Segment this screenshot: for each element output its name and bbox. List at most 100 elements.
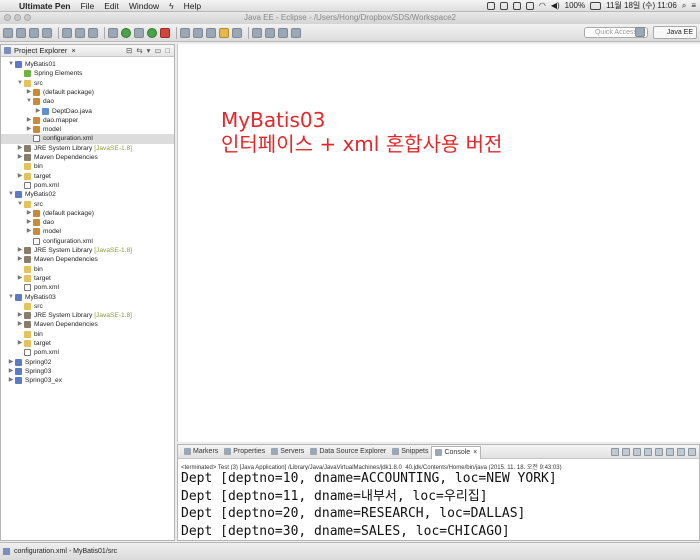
list-icon[interactable]: ≡ bbox=[691, 1, 696, 10]
remove-launch-icon[interactable] bbox=[611, 447, 619, 456]
print-icon[interactable] bbox=[42, 27, 52, 38]
remove-all-icon[interactable] bbox=[622, 447, 630, 456]
expand-arrow-icon[interactable]: ▶ bbox=[17, 144, 23, 153]
new-package-icon[interactable] bbox=[193, 27, 203, 38]
tree-item[interactable]: ▶ model bbox=[1, 125, 174, 134]
expand-arrow-icon[interactable]: ▶ bbox=[35, 107, 41, 116]
minimize-view-icon[interactable]: ▭ bbox=[154, 46, 161, 55]
battery-percent[interactable]: 100% bbox=[565, 1, 585, 10]
tree-item[interactable]: ▶ dao bbox=[1, 218, 174, 227]
tree-item[interactable]: bin bbox=[1, 330, 174, 339]
forward-icon[interactable] bbox=[291, 27, 301, 38]
menu-file[interactable]: File bbox=[76, 1, 100, 11]
project-explorer-tab[interactable]: Project Explorer × ⊟ ⇆ ▾ ▭ □ bbox=[1, 45, 174, 57]
collapse-all-icon[interactable]: ⊟ bbox=[126, 46, 132, 55]
zoom-window-button[interactable] bbox=[24, 14, 31, 21]
tab-data-source-explorer[interactable]: Data Source Explorer bbox=[307, 448, 389, 455]
expand-arrow-icon[interactable]: ▼ bbox=[8, 60, 14, 69]
tree-item[interactable]: ▶ target bbox=[1, 339, 174, 348]
tree-item[interactable]: ▶ Maven Dependencies bbox=[1, 153, 174, 162]
tree-item[interactable]: ▶ Maven Dependencies bbox=[1, 255, 174, 264]
expand-arrow-icon[interactable]: ▶ bbox=[26, 209, 32, 218]
tree-item[interactable]: ▶ (default package) bbox=[1, 88, 174, 97]
tree-item[interactable]: ▶ (default package) bbox=[1, 209, 174, 218]
open-console-icon[interactable] bbox=[666, 447, 674, 456]
expand-arrow-icon[interactable]: ▶ bbox=[26, 227, 32, 236]
menu-help[interactable]: Help bbox=[179, 1, 206, 11]
open-type-icon[interactable] bbox=[219, 27, 229, 38]
tree-item[interactable]: Spring Elements bbox=[1, 69, 174, 78]
display-console-icon[interactable] bbox=[655, 447, 663, 456]
tree-item[interactable]: pom.xml bbox=[1, 181, 174, 190]
expand-arrow-icon[interactable]: ▶ bbox=[17, 339, 23, 348]
close-view-icon[interactable]: × bbox=[71, 46, 75, 55]
status-icon[interactable] bbox=[525, 1, 534, 10]
save-all-icon[interactable] bbox=[29, 27, 39, 38]
tree-item[interactable]: bin bbox=[1, 265, 174, 274]
expand-arrow-icon[interactable]: ▼ bbox=[8, 293, 14, 302]
expand-arrow-icon[interactable]: ▶ bbox=[26, 218, 32, 227]
lightning-icon[interactable]: ϟ bbox=[164, 1, 179, 11]
back-icon[interactable] bbox=[278, 27, 288, 38]
menu-window[interactable]: Window bbox=[124, 1, 164, 11]
open-perspective-icon[interactable] bbox=[635, 27, 645, 37]
tab-console[interactable]: Console × bbox=[431, 445, 482, 459]
tree-item[interactable]: ▶ JRE System Library [JavaSE-1.8] bbox=[1, 246, 174, 255]
expand-arrow-icon[interactable]: ▶ bbox=[17, 274, 23, 283]
tree-item[interactable]: src bbox=[1, 302, 174, 311]
search-icon[interactable]: ⌕ bbox=[682, 1, 686, 11]
menu-edit[interactable]: Edit bbox=[99, 1, 124, 11]
new-java-project-icon[interactable] bbox=[180, 27, 190, 38]
tree-item[interactable]: configuration.xml bbox=[1, 237, 174, 246]
link-editor-icon[interactable]: ⇆ bbox=[136, 46, 142, 55]
tree-item[interactable]: pom.xml bbox=[1, 283, 174, 292]
tree-item[interactable]: ▶ Spring03_ex bbox=[1, 376, 174, 385]
search-toolbar-icon[interactable] bbox=[232, 27, 242, 38]
status-icon[interactable] bbox=[512, 1, 521, 10]
stop-icon[interactable] bbox=[160, 27, 170, 38]
tree-item[interactable]: ▶ Spring02 bbox=[1, 358, 174, 367]
view-menu-icon[interactable]: ▾ bbox=[147, 46, 151, 55]
new-class-icon[interactable] bbox=[206, 27, 216, 38]
tree-item[interactable]: ▶ model bbox=[1, 227, 174, 236]
tree-item[interactable]: ▶ target bbox=[1, 172, 174, 181]
next-annotation-icon[interactable] bbox=[252, 27, 262, 38]
tree-item[interactable]: pom.xml bbox=[1, 348, 174, 357]
perspective-javaee-button[interactable]: Java EE bbox=[653, 26, 697, 39]
expand-arrow-icon[interactable]: ▶ bbox=[26, 88, 32, 97]
expand-arrow-icon[interactable]: ▶ bbox=[26, 125, 32, 134]
run-server-icon[interactable] bbox=[121, 27, 131, 38]
expand-arrow-icon[interactable]: ▶ bbox=[8, 376, 14, 385]
tree-item[interactable]: configuration.xml bbox=[1, 134, 174, 144]
tree-item[interactable]: ▼ src bbox=[1, 79, 174, 88]
tab-markers[interactable]: Markers bbox=[181, 448, 221, 455]
build-icon[interactable] bbox=[62, 27, 72, 38]
tree-item[interactable]: ▼ src bbox=[1, 200, 174, 209]
scroll-lock-icon[interactable] bbox=[633, 447, 641, 456]
maximize-view-icon[interactable]: □ bbox=[165, 46, 170, 55]
tree-item[interactable]: ▶ target bbox=[1, 274, 174, 283]
tree-item[interactable]: ▶ Maven Dependencies bbox=[1, 320, 174, 329]
tab-servers[interactable]: Servers bbox=[268, 448, 307, 455]
expand-arrow-icon[interactable]: ▶ bbox=[17, 172, 23, 181]
tree-item[interactable]: ▶ JRE System Library [JavaSE-1.8] bbox=[1, 311, 174, 320]
minimize-window-button[interactable] bbox=[14, 14, 21, 21]
pin-console-icon[interactable] bbox=[644, 447, 652, 456]
close-window-button[interactable] bbox=[4, 14, 11, 21]
expand-arrow-icon[interactable]: ▼ bbox=[26, 97, 32, 106]
tree-item[interactable]: ▼ MyBatis03 bbox=[1, 293, 174, 302]
expand-arrow-icon[interactable]: ▶ bbox=[17, 311, 23, 320]
save-icon[interactable] bbox=[16, 27, 26, 38]
previous-annotation-icon[interactable] bbox=[265, 27, 275, 38]
expand-arrow-icon[interactable]: ▼ bbox=[8, 190, 14, 199]
volume-icon[interactable]: ◀) bbox=[551, 1, 560, 10]
debug-icon[interactable] bbox=[134, 27, 144, 38]
expand-arrow-icon[interactable]: ▶ bbox=[8, 367, 14, 376]
tree-item[interactable]: ▼ MyBatis02 bbox=[1, 190, 174, 199]
tab-snippets[interactable]: Snippets bbox=[389, 448, 431, 455]
undo-icon[interactable] bbox=[75, 27, 85, 38]
tree-item[interactable]: ▶ DeptDao.java bbox=[1, 107, 174, 116]
expand-arrow-icon[interactable]: ▶ bbox=[17, 153, 23, 162]
clock[interactable]: 11월 18일 (수) 11:06 bbox=[606, 0, 677, 11]
tree-item[interactable]: ▼ dao bbox=[1, 97, 174, 106]
